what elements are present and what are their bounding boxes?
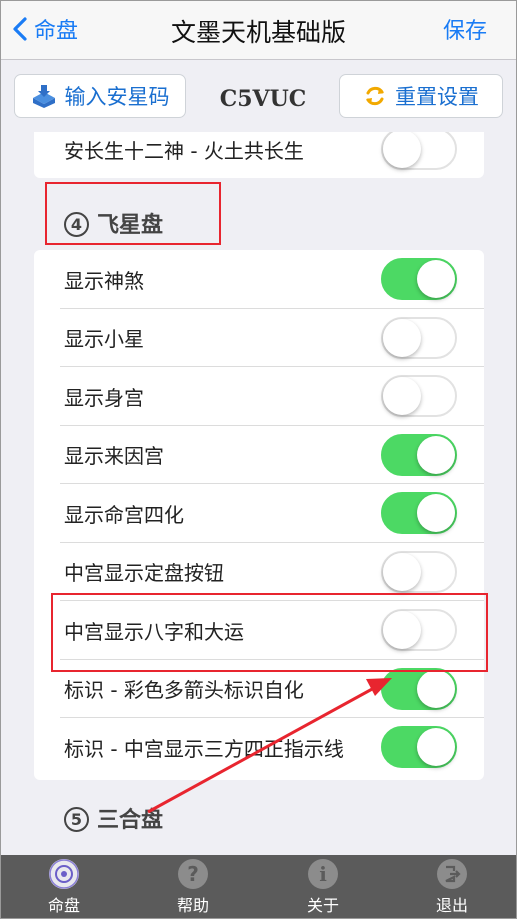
nav-bar: 命盘 文墨天机基础版 保存 [0,0,517,60]
toggle-switch[interactable] [381,258,457,301]
setting-label: 标识 - 中宫显示三方四正指示线 [64,736,344,761]
toggle-knob [417,669,455,708]
input-code-label: 输入安星码 [64,85,170,109]
settings-group-3: 安长生十二神 - 火土共长生 [34,132,484,178]
setting-label: 显示来因宫 [64,444,164,469]
toggle-knob [383,318,421,357]
setting-row[interactable]: 安长生十二神 - 火土共长生 [34,132,484,179]
exit-icon [437,858,467,889]
tab-chart[interactable]: 命盘 [19,855,109,919]
toggle-switch[interactable] [381,316,457,359]
setting-row[interactable]: 显示身宫 [34,367,484,426]
toggle-switch[interactable] [381,492,457,535]
reset-settings-label: 重置设置 [395,85,479,109]
setting-row[interactable]: 显示神煞 [34,250,484,309]
setting-label: 显示身宫 [64,385,144,410]
tab-label: 帮助 [176,895,209,915]
tab-bar: 命盘 ? 帮助 i 关于 退出 [0,855,517,919]
tab-help[interactable]: ? 帮助 [148,855,238,919]
input-code-button[interactable]: 输入安星码 [14,74,186,118]
highlight-box-section-title [45,182,221,245]
toggle-knob [383,377,421,416]
toggle-switch[interactable] [381,550,457,593]
section-number: 5 [64,807,89,832]
setting-label: 标识 - 彩色多箭头标识自化 [64,678,304,703]
reset-settings-button[interactable]: 重置设置 [339,74,503,118]
toggle-knob [383,552,421,591]
star-code: C5VUC [219,86,307,112]
tab-label: 关于 [306,895,339,915]
setting-label: 显示命宫四化 [64,502,184,527]
tab-label: 退出 [435,895,468,915]
tab-exit[interactable]: 退出 [407,855,497,919]
disc-icon [49,858,79,889]
info-icon: i [308,858,338,889]
toggle-knob [417,260,455,299]
toolbar: 输入安星码 C5VUC 重置设置 [0,60,517,132]
setting-label: 显示小星 [64,327,144,352]
section-title-sanhe: 5 三合盘 [64,802,163,834]
save-button[interactable]: 保存 [443,13,487,45]
toggle-knob [417,494,455,533]
toggle-switch[interactable] [381,132,457,171]
toggle-switch[interactable] [381,433,457,476]
tab-about[interactable]: i 关于 [278,855,368,919]
download-icon [31,84,57,108]
toggle-knob [417,435,455,474]
toggle-knob [417,728,455,767]
highlight-box-row [51,593,488,672]
toggle-knob [383,132,421,169]
toggle-switch[interactable] [381,726,457,769]
setting-label: 显示神煞 [64,268,144,293]
toggle-switch[interactable] [381,375,457,418]
setting-row[interactable]: 显示小星 [34,309,484,367]
settings-group-flying-star: 显示神煞 显示小星 显示身宫 显示来因宫 显示命宫四化 中宫显示定盘按钮 中宫显示八字和大运… [34,250,484,780]
tab-label: 命盘 [47,895,80,915]
help-icon: ? [178,858,208,889]
setting-row[interactable]: 标识 - 中宫显示三方四正指示线 [34,718,484,777]
section-title-text: 三合盘 [97,808,164,833]
setting-label: 安长生十二神 - 火土共长生 [64,138,304,163]
setting-row[interactable]: 显示来因宫 [34,426,484,484]
toggle-switch[interactable] [381,667,457,710]
setting-row[interactable]: 显示命宫四化 [34,484,484,543]
setting-label: 中宫显示定盘按钮 [64,561,224,586]
refresh-icon [363,84,387,108]
page-title: 文墨天机基础版 [170,18,346,47]
